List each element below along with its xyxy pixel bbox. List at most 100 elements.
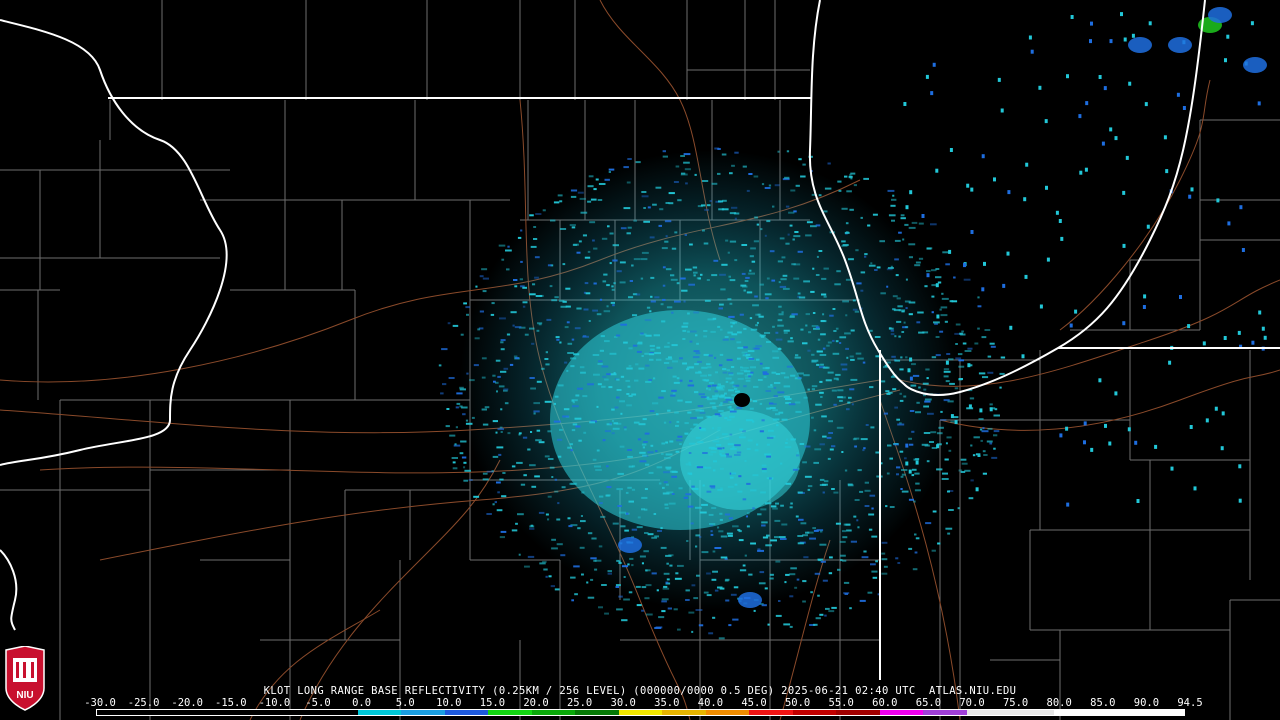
echo-pixel (710, 330, 716, 333)
echo-pixel (790, 374, 796, 377)
echo-pixel (768, 429, 774, 432)
echo-pixel (835, 327, 839, 330)
echo-pixel (692, 266, 698, 269)
echo-pixel (612, 427, 620, 430)
echo-pixel (553, 201, 560, 204)
echo-pixel (445, 425, 450, 428)
echo-pixel (683, 300, 686, 303)
echo-pixel (942, 251, 949, 254)
echo-pixel (914, 533, 917, 536)
echo-pixel (679, 443, 682, 446)
echo-pixel (802, 580, 807, 583)
echo-pixel (894, 359, 901, 362)
echo-pixel (771, 371, 777, 374)
echo-pixel (837, 180, 842, 183)
echo-pixel (765, 544, 772, 547)
echo-pixel (759, 571, 765, 574)
echo-pixel (899, 450, 904, 453)
echo-pixel (954, 420, 958, 425)
echo-pixel (744, 370, 751, 373)
echo-pixel (542, 209, 546, 212)
echo-pixel (728, 372, 734, 375)
echo-pixel (588, 320, 591, 322)
echo-pixel (986, 440, 993, 443)
echo-pixel (1028, 35, 1032, 40)
echo-pixel (891, 198, 897, 201)
reflectivity-echoes (460, 150, 960, 610)
echo-pixel (761, 604, 767, 607)
legend-tick-label: 50.0 (784, 697, 811, 709)
echo-pixel (729, 172, 733, 175)
echo-pixel (828, 432, 833, 434)
echo-pixel (662, 486, 665, 489)
echo-pixel (473, 495, 480, 498)
echo-pixel (728, 315, 735, 318)
echo-pixel (963, 263, 966, 268)
echo-pixel (516, 461, 523, 464)
echo-pixel (710, 533, 714, 536)
echo-pixel (944, 320, 948, 323)
echo-pixel (632, 344, 638, 347)
echo-pixel (909, 190, 913, 195)
echo-pixel (671, 344, 678, 347)
echo-pixel (785, 398, 792, 400)
storm-cell (738, 592, 762, 608)
echo-pixel (577, 527, 581, 530)
echo-pixel (628, 296, 634, 299)
echo-pixel (1263, 335, 1267, 340)
echo-pixel (649, 358, 654, 361)
echo-pixel (446, 408, 450, 410)
echo-pixel (718, 395, 724, 398)
echo-pixel (829, 556, 833, 559)
echo-pixel (761, 183, 765, 186)
echo-pixel (719, 450, 725, 453)
echo-pixel (777, 319, 783, 322)
echo-pixel (734, 151, 739, 154)
echo-pixel (707, 385, 712, 388)
echo-pixel (553, 420, 561, 423)
echo-pixel (977, 327, 980, 330)
echo-pixel (781, 311, 784, 314)
echo-pixel (701, 551, 709, 554)
echo-pixel (957, 507, 960, 510)
echo-pixel (466, 313, 469, 316)
echo-pixel (617, 472, 624, 475)
echo-pixel (668, 554, 674, 557)
echo-pixel (1002, 283, 1006, 288)
echo-pixel (676, 439, 683, 442)
echo-pixel (671, 475, 677, 478)
echo-pixel (821, 415, 827, 418)
echo-pixel (1066, 502, 1070, 507)
echo-pixel (695, 352, 701, 355)
echo-pixel (587, 250, 591, 253)
echo-pixel (481, 357, 487, 360)
echo-pixel (746, 482, 751, 485)
echo-pixel (602, 280, 607, 283)
legend-tick-label: 60.0 (872, 697, 898, 709)
echo-pixel (940, 410, 943, 413)
echo-pixel (679, 357, 683, 360)
echo-pixel (724, 513, 730, 516)
echo-pixel (672, 392, 676, 395)
echo-pixel (1128, 81, 1132, 86)
echo-pixel (929, 441, 934, 443)
echo-pixel (577, 387, 583, 390)
echo-pixel (559, 428, 563, 431)
echo-pixel (903, 321, 906, 324)
echo-pixel (640, 277, 644, 280)
echo-pixel (635, 161, 641, 164)
echo-pixel (498, 453, 502, 456)
echo-pixel (511, 465, 516, 468)
echo-pixel (778, 281, 781, 284)
echo-pixel (527, 555, 535, 558)
echo-pixel (547, 518, 550, 521)
echo-pixel (612, 304, 615, 307)
echo-pixel (642, 418, 647, 421)
echo-pixel (741, 366, 749, 369)
echo-pixel (610, 301, 615, 304)
echo-pixel (593, 188, 597, 191)
echo-pixel (687, 330, 690, 333)
echo-pixel (1104, 423, 1107, 428)
echo-pixel (1069, 323, 1073, 328)
echo-pixel (576, 307, 582, 310)
